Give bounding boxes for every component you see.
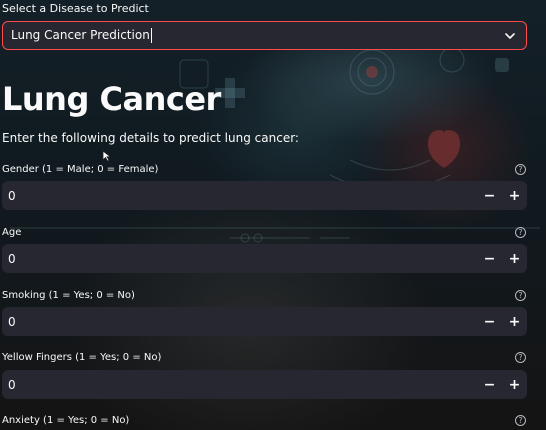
- yellow-fingers-label: Yellow Fingers (1 = Yes; 0 = No): [2, 352, 162, 363]
- anxiety-label: Anxiety (1 = Yes; 0 = No): [2, 415, 130, 426]
- help-circle-icon[interactable]: ?: [515, 415, 526, 426]
- page-title: Lung Cancer: [2, 80, 221, 118]
- help-circle-icon[interactable]: ?: [515, 227, 526, 238]
- minus-icon[interactable]: −: [477, 370, 502, 399]
- text-caret: [150, 28, 152, 43]
- age-input[interactable]: 0 − +: [2, 244, 527, 273]
- help-circle-icon[interactable]: ?: [515, 290, 526, 301]
- gender-input[interactable]: 0 − +: [2, 181, 527, 210]
- gender-value[interactable]: 0: [2, 189, 477, 203]
- disease-select[interactable]: Lung Cancer Prediction: [2, 21, 527, 50]
- plus-icon[interactable]: +: [502, 244, 527, 273]
- gender-label: Gender (1 = Male; 0 = Female): [2, 164, 159, 175]
- smoking-input[interactable]: 0 − +: [2, 307, 527, 336]
- age-value[interactable]: 0: [2, 252, 477, 266]
- yellow-fingers-value[interactable]: 0: [2, 378, 477, 392]
- minus-icon[interactable]: −: [477, 307, 502, 336]
- yellow-fingers-input[interactable]: 0 − +: [2, 370, 527, 399]
- smoking-label: Smoking (1 = Yes; 0 = No): [2, 290, 135, 301]
- smoking-value[interactable]: 0: [2, 315, 477, 329]
- help-circle-icon[interactable]: ?: [515, 164, 526, 175]
- minus-icon[interactable]: −: [477, 181, 502, 210]
- help-circle-icon[interactable]: ?: [515, 352, 526, 363]
- age-label: Age: [2, 227, 22, 238]
- plus-icon[interactable]: +: [502, 307, 527, 336]
- chevron-down-icon[interactable]: [504, 30, 516, 42]
- plus-icon[interactable]: +: [502, 181, 527, 210]
- plus-icon[interactable]: +: [502, 370, 527, 399]
- disease-select-label: Select a Disease to Predict: [2, 2, 149, 15]
- page-subtitle: Enter the following details to predict l…: [2, 131, 299, 145]
- minus-icon[interactable]: −: [477, 244, 502, 273]
- disease-select-value: Lung Cancer Prediction: [11, 28, 152, 43]
- mouse-cursor-icon: [102, 150, 112, 162]
